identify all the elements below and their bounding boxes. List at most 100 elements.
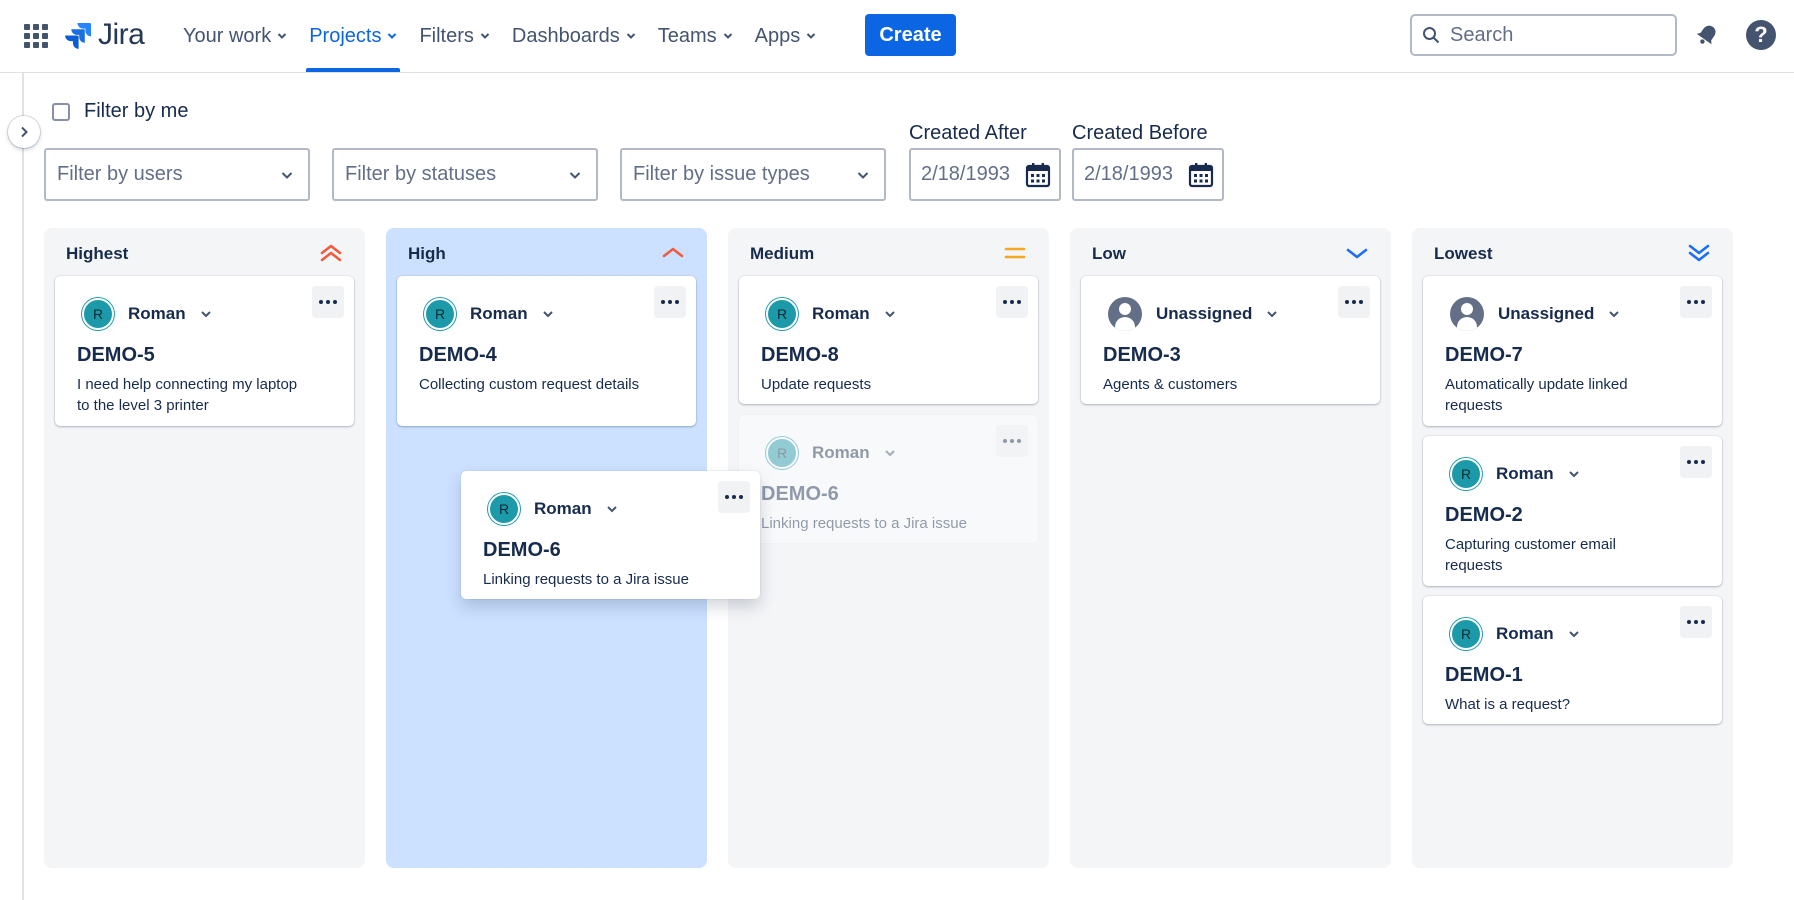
assignee-selector[interactable]: R Roman <box>1450 618 1580 650</box>
chevron-down-icon <box>200 311 211 318</box>
chevron-down-icon <box>884 311 895 318</box>
assignee-name: Unassigned <box>1498 304 1595 323</box>
nav-projects[interactable]: Projects <box>298 0 408 72</box>
top-navigation: Jira Your work Projects Filters Dashboar… <box>0 0 1794 73</box>
filter-issue-types-dropdown[interactable]: Filter by issue types <box>620 148 886 201</box>
chevron-down-icon <box>606 506 617 513</box>
nav-dashboards[interactable]: Dashboards <box>501 0 647 72</box>
issue-card-placeholder: R Roman DEMO-6 Linking requests to a Jir… <box>739 415 1038 543</box>
issue-summary: I need help connecting my laptop to the … <box>77 376 298 414</box>
assignee-selector[interactable]: Unassigned <box>1450 297 1620 331</box>
created-after-field[interactable]: 2/18/1993 <box>909 148 1061 201</box>
nav-item-label: Projects <box>309 24 382 47</box>
issue-summary: Capturing customer email requests <box>1445 536 1616 574</box>
dragging-issue-card[interactable]: R Roman DEMO-6 Linking requests to a Jir… <box>461 471 760 599</box>
issue-summary: Linking requests to a Jira issue <box>483 571 689 588</box>
more-actions-icon[interactable] <box>1680 286 1712 318</box>
search-box[interactable] <box>1410 14 1677 56</box>
search-icon <box>1423 27 1440 44</box>
avatar: R <box>766 437 798 469</box>
more-actions-icon[interactable] <box>1680 446 1712 478</box>
app-switcher-icon[interactable] <box>24 24 48 48</box>
nav-item-label: Apps <box>754 24 801 47</box>
issue-key[interactable]: DEMO-5 <box>77 344 155 367</box>
filter-statuses-dropdown[interactable]: Filter by statuses <box>332 148 598 201</box>
column-highest: Highest R Roman DEMO-5 I need help conne… <box>44 228 365 868</box>
assignee-name: Roman <box>534 499 592 518</box>
chevron-down-icon <box>1568 471 1579 478</box>
issue-card[interactable]: Unassigned DEMO-7 Automatically update l… <box>1423 276 1722 426</box>
assignee-selector[interactable]: R Roman <box>82 298 212 330</box>
nav-teams[interactable]: Teams <box>647 0 744 72</box>
assignee-selector[interactable]: R Roman <box>766 298 896 330</box>
assignee-name: Roman <box>128 304 186 323</box>
more-actions-icon[interactable] <box>718 481 750 513</box>
assignee-name: Roman <box>812 443 870 462</box>
filter-by-me-toggle[interactable]: Filter by me <box>52 100 188 123</box>
sidebar-rail <box>22 73 24 900</box>
issue-card[interactable]: Unassigned DEMO-3 Agents & customers <box>1081 276 1380 404</box>
chevron-down-icon <box>1267 311 1278 318</box>
issue-key[interactable]: DEMO-8 <box>761 344 839 367</box>
issue-summary: Linking requests to a Jira issue <box>761 515 967 532</box>
column-title: Lowest <box>1434 244 1493 263</box>
issue-key[interactable]: DEMO-3 <box>1103 344 1181 367</box>
dropdown-placeholder: Filter by statuses <box>345 163 497 185</box>
assignee-selector[interactable]: R Roman <box>488 493 618 525</box>
assignee-name: Unassigned <box>1156 304 1253 323</box>
nav-filters[interactable]: Filters <box>408 0 500 72</box>
unassigned-avatar-icon <box>1108 297 1142 331</box>
more-actions-icon[interactable] <box>312 286 344 318</box>
issue-card[interactable]: R Roman DEMO-1 What is a request? <box>1423 596 1722 724</box>
more-actions-icon[interactable] <box>654 286 686 318</box>
filter-by-me-checkbox[interactable] <box>52 102 70 121</box>
assignee-selector[interactable]: R Roman <box>1450 458 1580 490</box>
search-input[interactable] <box>1450 23 1650 47</box>
assignee-name: Roman <box>1496 624 1554 643</box>
chevron-down-icon <box>388 33 397 39</box>
avatar: R <box>424 298 456 330</box>
avatar: R <box>1450 618 1482 650</box>
issue-card[interactable]: R Roman DEMO-5 I need help connecting my… <box>55 276 354 426</box>
assignee-selector[interactable]: R Roman <box>424 298 554 330</box>
chevron-down-icon <box>723 33 732 39</box>
chevron-down-icon <box>1568 631 1579 638</box>
expand-sidebar-button[interactable] <box>8 116 40 148</box>
nav-your-work[interactable]: Your work <box>172 0 298 72</box>
issue-card[interactable]: R Roman DEMO-4 Collecting custom request… <box>397 276 696 426</box>
issue-key[interactable]: DEMO-6 <box>483 539 561 562</box>
issue-key[interactable]: DEMO-7 <box>1445 344 1523 367</box>
priority-medium-icon <box>1004 247 1026 259</box>
calendar-icon[interactable] <box>1025 162 1051 188</box>
assignee-name: Roman <box>1496 464 1554 483</box>
logo-text: Jira <box>98 18 145 51</box>
column-medium: Medium R Roman DEMO-8 Update requests R … <box>728 228 1049 868</box>
create-button[interactable]: Create <box>865 14 956 56</box>
jira-logo[interactable]: Jira <box>64 18 145 52</box>
column-title: Medium <box>750 244 815 263</box>
created-before-field[interactable]: 2/18/1993 <box>1072 148 1224 201</box>
chevron-down-icon <box>277 33 287 39</box>
more-actions-icon[interactable] <box>1680 606 1712 638</box>
nav-apps[interactable]: Apps <box>744 0 828 72</box>
chevron-down-icon <box>807 33 816 39</box>
help-icon[interactable]: ? <box>1746 20 1776 50</box>
assignee-selector[interactable]: Unassigned <box>1108 297 1278 331</box>
issue-key[interactable]: DEMO-2 <box>1445 504 1523 527</box>
assignee-name: Roman <box>812 304 870 323</box>
issue-key[interactable]: DEMO-4 <box>419 344 497 367</box>
primary-nav: Your work Projects Filters Dashboards Te… <box>172 0 827 72</box>
filter-by-me-label: Filter by me <box>84 100 189 122</box>
priority-highest-icon <box>320 244 342 262</box>
issue-card[interactable]: R Roman DEMO-2 Capturing customer email … <box>1423 436 1722 586</box>
issue-key[interactable]: DEMO-1 <box>1445 664 1523 687</box>
chevron-down-icon <box>857 171 869 179</box>
issue-card[interactable]: R Roman DEMO-8 Update requests <box>739 276 1038 404</box>
more-actions-icon[interactable] <box>996 286 1028 318</box>
calendar-icon[interactable] <box>1188 162 1214 188</box>
created-before-value: 2/18/1993 <box>1084 163 1173 185</box>
notifications-bell-icon[interactable] <box>1694 22 1720 48</box>
priority-high-icon <box>662 247 684 258</box>
more-actions-icon[interactable] <box>1338 286 1370 318</box>
filter-users-dropdown[interactable]: Filter by users <box>44 148 310 201</box>
